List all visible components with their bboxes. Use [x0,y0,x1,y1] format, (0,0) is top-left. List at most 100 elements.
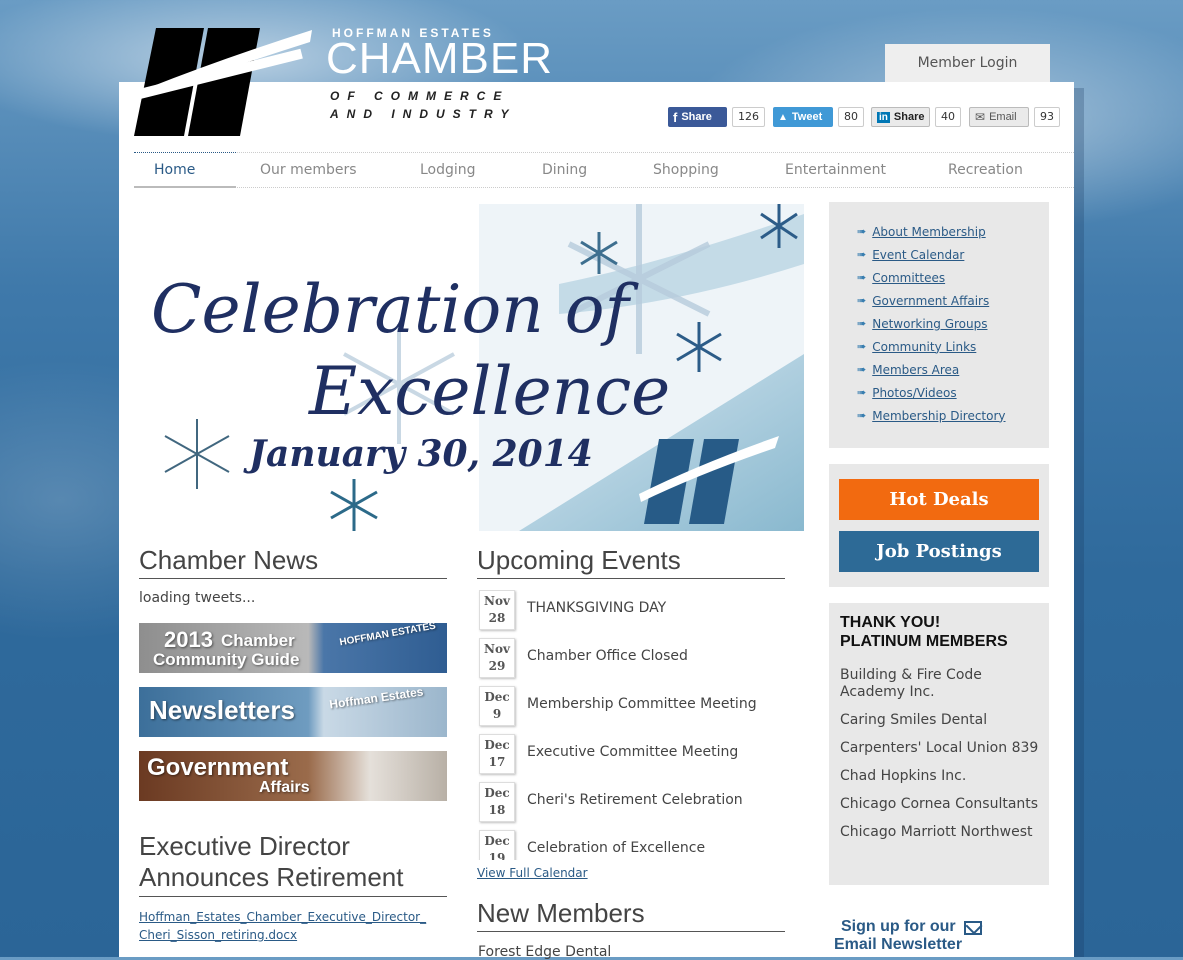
arrow-right-icon: ➠ [857,271,867,284]
event-title[interactable]: Celebration of Excellence [527,840,705,856]
arrow-right-icon: ➠ [857,363,867,376]
event-day: 19 [488,851,506,860]
email-share-label: Email [989,111,1017,123]
member-login-button[interactable]: Member Login [885,44,1050,82]
sidebar-item-event-calendar: ➠ Event Calendar [857,243,1049,266]
banner-line1: Celebration of [151,271,639,348]
guide-line2: Community Guide [153,650,300,669]
exec-director-title-2: Announces Retirement [139,862,404,892]
platinum-member[interactable]: Chad Hopkins Inc. [840,768,1040,785]
twitter-share: ▲ Tweet 80 [773,106,864,128]
section-divider [477,931,785,932]
community-guide-promo[interactable]: 2013 Chamber Community Guide HOFFMAN EST… [139,623,447,673]
community-links-link[interactable]: Community Links [872,340,976,354]
arrow-right-icon: ➠ [857,225,867,238]
nav-shopping[interactable]: Shopping [653,153,719,187]
platinum-member[interactable]: Chicago Cornea Consultants [840,796,1040,813]
new-member-item[interactable]: Forest Edge Dental [478,944,611,960]
linkedin-share-label: Share [893,111,925,123]
event-month: Nov [484,594,510,608]
deals-box: Hot Deals Job Postings [829,464,1049,587]
facebook-share-count: 126 [732,107,765,127]
nav-our-members[interactable]: Our members [260,153,357,187]
nav-lodging[interactable]: Lodging [420,153,476,187]
event-title[interactable]: Executive Committee Meeting [527,744,738,760]
celebration-banner[interactable]: Celebration of Excellence January 30, 20… [139,204,804,531]
arrow-right-icon: ➠ [857,317,867,330]
linkedin-share-button[interactable]: in Share [871,107,930,127]
networking-groups-link[interactable]: Networking Groups [872,317,987,331]
banner-line2: Excellence [308,353,670,430]
section-divider [139,896,447,897]
event-title[interactable]: THANKSGIVING DAY [527,600,666,616]
newsletters-label: Newsletters [149,695,295,725]
platinum-members-box: THANK YOU! PLATINUM MEMBERS Building & F… [829,603,1049,885]
arrow-right-icon: ➠ [857,409,867,422]
sidebar-item-members-area: ➠ Members Area [857,358,1049,381]
linkedin-icon: in [877,111,890,123]
arrow-right-icon: ➠ [857,294,867,307]
platinum-member[interactable]: Chicago Marriott Northwest [840,824,1040,841]
chamber-news-title: Chamber News [139,545,319,575]
arrow-right-icon: ➠ [857,386,867,399]
event-day: 28 [488,611,506,625]
government-affairs-link[interactable]: Government Affairs [872,294,989,308]
facebook-share-label: Share [681,111,712,123]
platinum-member[interactable]: Caring Smiles Dental [840,712,1040,729]
view-full-calendar-link[interactable]: View Full Calendar [477,866,588,880]
event-title[interactable]: Membership Committee Meeting [527,696,757,712]
newsletter-signup-link[interactable]: Sign up for our Email Newsletter [834,918,994,954]
hot-deals-button[interactable]: Hot Deals [839,479,1039,520]
arrow-right-icon: ➠ [857,340,867,353]
government-affairs-promo[interactable]: Government Affairs [139,751,447,801]
email-share-button[interactable]: ✉ Email [969,107,1029,127]
calendar-date-icon: Dec 19 [479,830,515,860]
nav-recreation[interactable]: Recreation [948,153,1023,187]
event-month: Dec [484,786,510,800]
panel-shadow [1074,88,1084,957]
upcoming-events-title: Upcoming Events [477,545,681,575]
platinum-heading-title: PLATINUM MEMBERS [840,633,1008,650]
event-day: 17 [488,755,506,769]
photos-videos-link[interactable]: Photos/Videos [872,386,956,400]
platinum-member[interactable]: Building & Fire Code Academy Inc. [840,667,1040,701]
newsletter-line2: Email Newsletter [834,936,963,953]
nav-dining[interactable]: Dining [542,153,587,187]
job-postings-button[interactable]: Job Postings [839,531,1039,572]
calendar-date-icon: Dec 18 [479,782,515,822]
nav-home[interactable]: Home [154,153,195,187]
event-item: Dec 19 Celebration of Excellence [477,830,785,860]
event-month: Nov [484,642,510,656]
twitter-bird-icon: ▲ [778,111,788,123]
facebook-share-button[interactable]: f Share [668,107,727,127]
section-divider [139,578,447,579]
platinum-member[interactable]: Carpenters' Local Union 839 [840,740,1040,757]
sidebar-item-networking-groups: ➠ Networking Groups [857,312,1049,335]
linkedin-share: in Share 40 [871,106,961,128]
sidebar-item-about-membership: ➠ About Membership [857,220,1049,243]
banner-art: Celebration of Excellence January 30, 20… [151,204,804,531]
tweet-button[interactable]: ▲ Tweet [773,107,833,127]
about-membership-link[interactable]: About Membership [872,225,985,239]
event-day: 18 [488,803,506,817]
platinum-heading-thanks: THANK YOU! [840,614,941,631]
event-month: Dec [484,738,510,752]
newsletters-promo[interactable]: Newsletters Hoffman Estates [139,687,447,737]
event-title[interactable]: Cheri's Retirement Celebration [527,792,743,808]
chamber-logo-mark[interactable] [134,28,314,140]
logo-chamber-word: CHAMBER [326,34,554,83]
event-item: Nov 28 THANKSGIVING DAY [477,590,785,638]
retirement-doc-link[interactable]: Hoffman_Estates_Chamber_Executive_Direct… [139,908,429,944]
membership-directory-link[interactable]: Membership Directory [872,409,1005,423]
event-title[interactable]: Chamber Office Closed [527,648,688,664]
event-day: 9 [492,707,502,721]
envelope-icon [964,921,982,935]
email-share: ✉ Email 93 [969,106,1060,128]
committees-link[interactable]: Committees [872,271,945,285]
calendar-date-icon: Dec 9 [479,686,515,726]
nav-entertainment[interactable]: Entertainment [785,153,886,187]
event-calendar-link[interactable]: Event Calendar [872,248,964,262]
members-area-link[interactable]: Members Area [872,363,959,377]
section-divider [477,578,785,579]
sidebar-item-membership-directory: ➠ Membership Directory [857,404,1049,427]
